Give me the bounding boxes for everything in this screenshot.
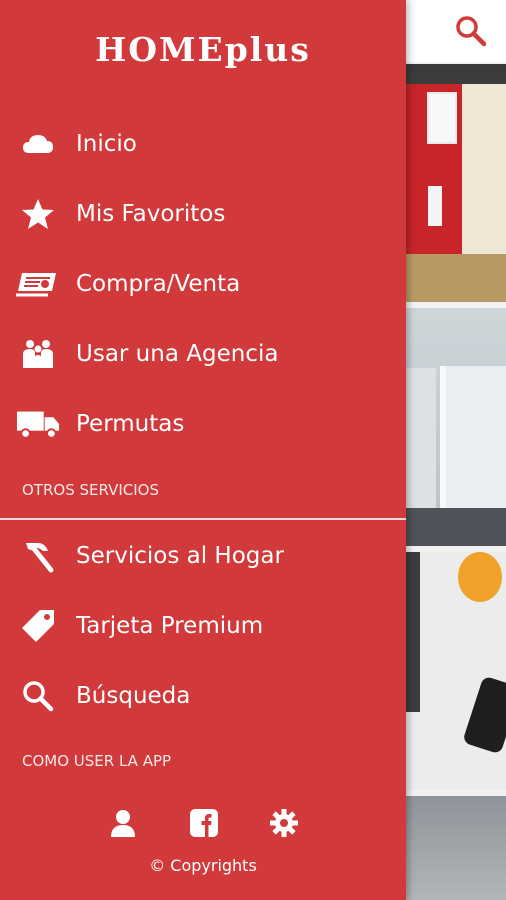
menu-item-permutas[interactable]: Permutas [0,396,406,452]
truck-icon [16,406,60,442]
menu-item-tarjeta-premium[interactable]: Tarjeta Premium [0,598,406,654]
section-title-otros-servicios: OTROS SERVICIOS [22,481,159,499]
star-icon [16,196,60,232]
menu-item-agencia[interactable]: Usar una Agencia [0,326,406,382]
copyright: © Copyrights [149,856,257,875]
money-icon [16,266,60,302]
hammer-icon [16,538,60,574]
menu-item-favoritos[interactable]: Mis Favoritos [0,186,406,242]
tag-icon [16,608,60,644]
menu-item-busqueda[interactable]: Búsqueda [0,668,406,724]
search-icon[interactable] [454,14,488,48]
navigation-drawer: HOMEplus Inicio Mis Favoritos Compra/Ven… [0,0,406,900]
user-icon[interactable] [106,806,140,840]
section-title-como-usar[interactable]: COMO USER LA APP [22,752,171,770]
menu-item-inicio[interactable]: Inicio [0,116,406,172]
people-icon [16,336,60,372]
cloud-icon [16,126,60,162]
divider [0,518,406,520]
search-icon [16,678,60,714]
app-logo: HOMEplus [95,30,311,69]
menu-item-servicios-hogar[interactable]: Servicios al Hogar [0,528,406,584]
facebook-icon[interactable] [187,806,221,840]
menu-item-compra-venta[interactable]: Compra/Venta [0,256,406,312]
gear-icon[interactable] [267,806,301,840]
